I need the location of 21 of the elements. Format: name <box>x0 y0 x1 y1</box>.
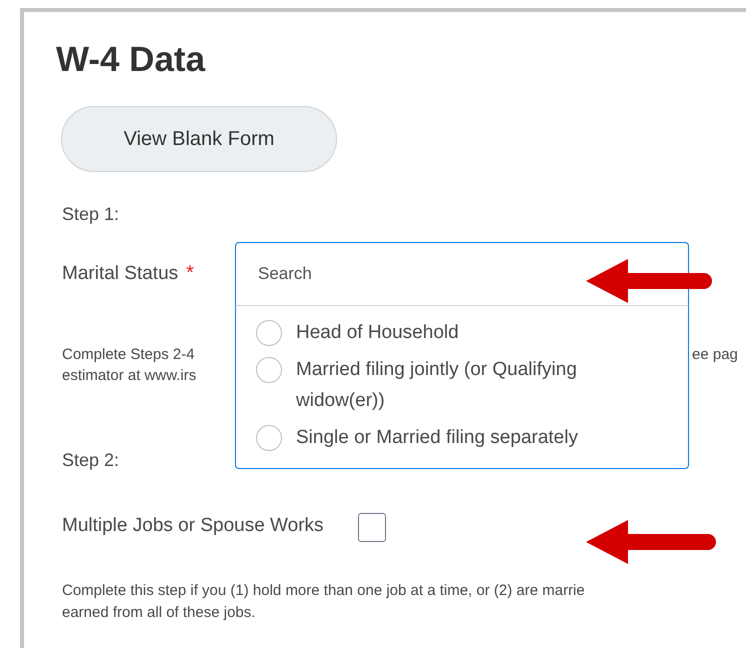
required-mark: * <box>186 262 194 285</box>
radio-icon <box>256 425 282 451</box>
radio-icon <box>256 357 282 383</box>
note-text: ee pag <box>692 345 738 365</box>
checkbox-label: Multiple Jobs or Spouse Works <box>62 514 324 538</box>
radio-icon <box>256 320 282 346</box>
view-blank-form-button[interactable]: View Blank Form <box>61 106 337 172</box>
step-heading: Step 2: <box>62 449 120 472</box>
search-field[interactable]: Search <box>235 242 689 306</box>
radio-option[interactable]: Head of Household <box>236 314 688 351</box>
radio-option[interactable]: Single or Married filing separately <box>236 419 688 456</box>
page-title: W-4 Data <box>56 39 206 81</box>
arrow-icon <box>586 518 716 566</box>
note-text: estimator at www.irs <box>62 367 196 384</box>
radio-option[interactable]: Married filing jointly (or Qualifying widow(er)) <box>236 351 688 419</box>
checkbox[interactable] <box>358 513 386 542</box>
step-heading: Step 1: <box>62 203 120 226</box>
field-label: Marital Status <box>62 262 178 286</box>
note-text: Complete this step if you (1) hold more than one job at a time, or (2) are marrie earned from all of these jobs. <box>62 581 585 623</box>
arrow-icon <box>586 257 712 305</box>
note-text: Complete Steps 2-4 <box>62 346 195 363</box>
